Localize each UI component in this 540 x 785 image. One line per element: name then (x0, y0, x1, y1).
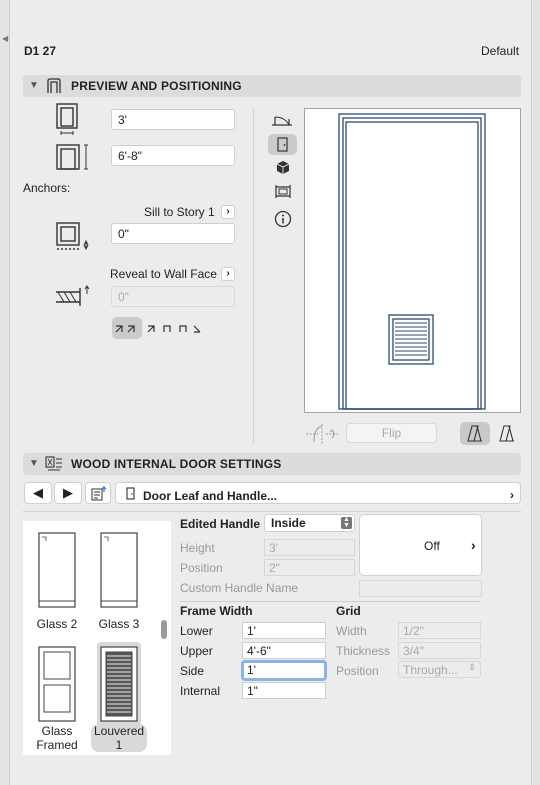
sill-height-icon (56, 222, 89, 251)
door-frame-icon (47, 78, 61, 93)
door-style-thumbnail[interactable] (99, 531, 139, 609)
reveal-field[interactable]: 0" (111, 286, 235, 307)
caption-line: Framed (36, 738, 78, 752)
elevation-view-icon (277, 137, 288, 152)
sill-label: Sill to Story 1 (144, 205, 215, 219)
door-style-caption: Glass 3 (98, 617, 140, 631)
reveal-label: Reveal to Wall Face (110, 267, 217, 281)
internal-label: Internal (180, 684, 221, 698)
side-label: Side (180, 664, 205, 678)
anchors-label: Anchors: (23, 181, 71, 195)
door-width-icon (56, 103, 78, 135)
handle-height-field[interactable]: 3' (264, 539, 355, 556)
upper-label: Upper (180, 644, 213, 658)
caption-line: 1 (115, 738, 123, 752)
grid-position-select[interactable]: Through... ⇕ (398, 661, 481, 678)
grid-label: Grid (336, 604, 361, 618)
page-list-button[interactable] (85, 482, 111, 504)
grid-width-field[interactable]: 1/2" (398, 622, 481, 639)
preview-section-header[interactable]: ▼ PREVIEW AND POSITIONING (23, 75, 521, 97)
custom-handle-name-field[interactable] (359, 580, 482, 597)
door-height-icon (56, 144, 88, 170)
reveal-icon (56, 285, 90, 306)
info-icon[interactable] (274, 210, 292, 228)
flip-button[interactable]: Flip (346, 423, 437, 443)
disclosure-triangle-icon[interactable]: ▼ (29, 458, 39, 469)
width-field[interactable]: 3' (111, 109, 235, 130)
stepper-icon: ▲ ▼ (341, 516, 352, 529)
door-style-list[interactable]: Glass 2 Glass 3 Glass Framed Louvered 1 (23, 521, 171, 755)
vertical-divider (253, 108, 254, 444)
previous-page-button[interactable]: ◀ (24, 482, 52, 504)
edited-handle-value: Inside (271, 516, 306, 530)
side-view-alt-icon[interactable] (498, 425, 516, 442)
frame-width-label: Frame Width (180, 604, 253, 618)
sill-field[interactable]: 0" (111, 223, 235, 244)
door-style-caption-selected: Louvered 1 (91, 724, 147, 752)
page-selector-label: Door Leaf and Handle... (143, 489, 278, 503)
door-settings-section-header[interactable]: ▼ WOOD INTERNAL DOOR SETTINGS (23, 453, 521, 475)
custom-handle-name-label: Custom Handle Name (180, 581, 299, 595)
grid-position-value: Through... (403, 663, 458, 677)
edited-handle-select[interactable]: Inside ▲ ▼ (264, 514, 355, 532)
mirror-flip-icon[interactable] (304, 422, 340, 446)
chevron-right-icon: › (510, 488, 514, 502)
3d-view-icon[interactable] (276, 160, 290, 175)
handle-position-field[interactable]: 2" (264, 559, 355, 576)
section-title: WOOD INTERNAL DOOR SETTINGS (71, 457, 282, 471)
height-field[interactable]: 6'-8" (111, 145, 235, 166)
grid-width-label: Width (336, 624, 367, 638)
internal-field[interactable]: 1" (242, 682, 326, 699)
door-style-caption: Glass 2 (36, 617, 78, 631)
left-gutter: ◀ (0, 0, 10, 785)
handle-state-value: Off (424, 539, 440, 553)
plan-view-icon[interactable] (271, 113, 293, 129)
door-elevation-drawing (338, 113, 486, 410)
door-leaf-icon (126, 487, 135, 500)
door-style-thumbnail-selected[interactable] (99, 645, 139, 723)
divider (23, 511, 521, 512)
disclosure-triangle-icon[interactable]: ▼ (29, 80, 39, 91)
handle-state-button[interactable]: Off › (359, 514, 482, 576)
door-style-thumbnail[interactable] (37, 531, 77, 609)
chevron-right-icon: › (471, 537, 476, 553)
grid-thickness-label: Thickness (336, 644, 391, 658)
settings-grid-icon (45, 456, 62, 471)
sill-menu-button[interactable]: › (221, 205, 235, 219)
side-view-icon (467, 425, 482, 442)
list-scrollbar[interactable] (161, 620, 167, 639)
section-view-icon[interactable] (274, 184, 292, 199)
divider (180, 601, 481, 602)
door-style-caption: Glass Framed (33, 724, 81, 752)
handle-height-label: Height (180, 541, 215, 555)
next-page-button[interactable]: ▶ (54, 482, 82, 504)
collapse-arrow-icon[interactable]: ◀ (2, 34, 8, 43)
style-label: Default (481, 44, 520, 58)
lower-field[interactable]: 1' (242, 622, 326, 639)
upper-field[interactable]: 4'-6" (242, 642, 326, 659)
elevation-view-button[interactable] (268, 134, 297, 155)
caption-line: Louvered (94, 724, 145, 738)
door-preview (304, 108, 521, 413)
element-id-label: D1 27 (24, 44, 57, 58)
caption-line: Glass (41, 724, 73, 738)
page-selector[interactable]: Door Leaf and Handle... › (115, 482, 521, 504)
edited-handle-label: Edited Handle (180, 517, 261, 531)
grid-position-label: Position (336, 664, 379, 678)
grid-thickness-field[interactable]: 3/4" (398, 642, 481, 659)
anchor-options-icons[interactable] (114, 320, 214, 336)
section-title: PREVIEW AND POSITIONING (71, 79, 242, 93)
door-style-thumbnail[interactable] (37, 645, 77, 723)
reveal-menu-button[interactable]: › (221, 267, 235, 281)
view-mode-selected[interactable] (460, 422, 490, 445)
stepper-icon: ⇕ (468, 662, 476, 672)
page-list-icon (91, 486, 107, 501)
right-edge-panel (531, 0, 540, 785)
lower-label: Lower (180, 624, 213, 638)
handle-position-label: Position (180, 561, 223, 575)
side-field[interactable]: 1' (241, 660, 327, 681)
